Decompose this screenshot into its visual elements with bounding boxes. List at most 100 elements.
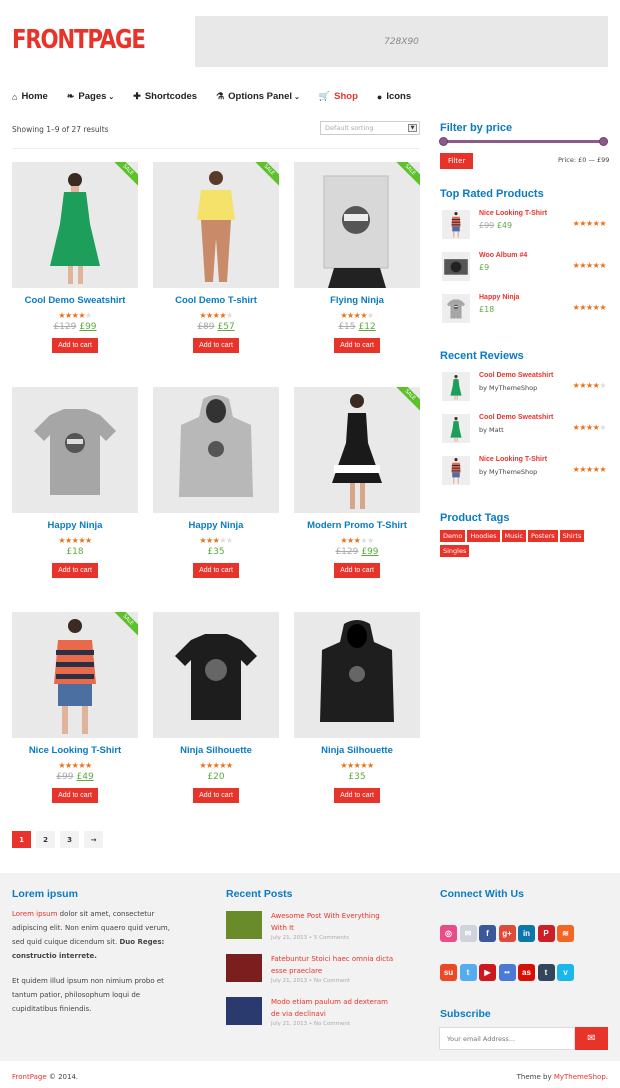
- footer-lorem-link[interactable]: Lorem ipsum: [12, 910, 57, 918]
- item-name[interactable]: Nice Looking T-Shirt: [479, 456, 547, 463]
- post-thumbnail[interactable]: [226, 954, 262, 982]
- dribbble-icon[interactable]: ◎: [440, 925, 457, 942]
- product-image[interactable]: [294, 612, 420, 738]
- product-title[interactable]: Modern Promo T-Shirt: [294, 520, 420, 531]
- mythemeshop-link[interactable]: MyThemeShop: [554, 1073, 606, 1081]
- slider-min-handle[interactable]: [439, 137, 448, 146]
- item-name[interactable]: Nice Looking T-Shirt: [479, 210, 547, 217]
- tumblr-icon[interactable]: t: [537, 964, 555, 981]
- nav-shop[interactable]: 🛒 Shop: [319, 91, 358, 102]
- item-name[interactable]: Happy Ninja: [479, 294, 519, 301]
- post-thumbnail[interactable]: [226, 997, 262, 1025]
- apple-icon: ●: [376, 91, 383, 102]
- linkedin-icon[interactable]: in: [518, 925, 535, 942]
- stumbleupon-icon[interactable]: su: [440, 964, 457, 981]
- twitter-icon[interactable]: t: [459, 964, 477, 981]
- product-title[interactable]: Cool Demo T-shirt: [153, 295, 279, 306]
- nav-shortcodes[interactable]: ✚ Shortcodes: [133, 91, 197, 102]
- lastfm-icon[interactable]: as: [518, 964, 535, 981]
- product-thumbnail[interactable]: [442, 252, 470, 281]
- filter-button[interactable]: Filter: [440, 153, 474, 169]
- post-title[interactable]: Modo etiam paulum ad dexteram de via dec…: [271, 997, 396, 1020]
- site-logo[interactable]: FRONTPAGE: [12, 25, 146, 55]
- product-image[interactable]: SALE: [12, 612, 138, 738]
- page-2[interactable]: 2: [36, 831, 55, 848]
- post-thumbnail[interactable]: [226, 911, 262, 939]
- add-to-cart-button[interactable]: Add to cart: [334, 338, 380, 353]
- product-thumbnail[interactable]: [442, 456, 470, 485]
- product-image[interactable]: SALE: [294, 162, 420, 288]
- add-to-cart-button[interactable]: Add to cart: [52, 788, 98, 803]
- item-name[interactable]: Cool Demo Sweatshirt: [479, 414, 553, 421]
- old-price: £89: [197, 322, 215, 332]
- tag-singles[interactable]: Singles: [440, 545, 470, 557]
- next-page-button[interactable]: →: [84, 831, 103, 848]
- youtube-icon[interactable]: ▶: [479, 964, 496, 981]
- product-price: £35: [294, 772, 420, 782]
- product-title[interactable]: Flying Ninja: [294, 295, 420, 306]
- product-thumbnail[interactable]: [442, 414, 470, 443]
- add-to-cart-button[interactable]: Add to cart: [52, 338, 98, 353]
- product-card: SALE Flying Ninja ★★★★★ £15 £12 Add to cart: [294, 162, 420, 353]
- pinterest-icon[interactable]: P: [537, 925, 555, 942]
- star-rating: ★★★★★: [58, 536, 92, 545]
- chevron-down-icon: ⌄: [294, 93, 300, 101]
- product-image[interactable]: [153, 387, 279, 513]
- product-title[interactable]: Nice Looking T-Shirt: [12, 745, 138, 756]
- tag-shirts[interactable]: Shirts: [559, 530, 585, 542]
- add-to-cart-button[interactable]: Add to cart: [193, 788, 239, 803]
- vimeo-icon[interactable]: v: [557, 964, 574, 981]
- mail-icon[interactable]: ✉: [459, 925, 477, 942]
- old-price: £99: [56, 772, 74, 782]
- product-title[interactable]: Happy Ninja: [12, 520, 138, 531]
- item-name[interactable]: Cool Demo Sweatshirt: [479, 372, 553, 379]
- product-title[interactable]: Cool Demo Sweatshirt: [12, 295, 138, 306]
- flickr-icon[interactable]: ••: [498, 964, 516, 981]
- post-title[interactable]: Awesome Post With Everything With It: [271, 911, 396, 934]
- page-1[interactable]: 1: [12, 831, 31, 848]
- tag-music[interactable]: Music: [501, 530, 526, 542]
- product-title[interactable]: Ninja Silhouette: [294, 745, 420, 756]
- subscribe-button[interactable]: ✉: [575, 1027, 608, 1050]
- nav-icons[interactable]: ● Icons: [377, 91, 411, 102]
- product-thumbnail[interactable]: [442, 372, 470, 401]
- product-image[interactable]: SALE: [294, 387, 420, 513]
- tag-hoodies[interactable]: Hoodies: [467, 530, 500, 542]
- add-to-cart-button[interactable]: Add to cart: [334, 788, 380, 803]
- sale-price: £49: [76, 772, 94, 782]
- rss-icon[interactable]: ≋: [557, 925, 574, 942]
- product-thumbnail[interactable]: [442, 210, 470, 239]
- product-card: SALE Nice Looking T-Shirt ★★★★★ £99 £49 Add t…: [12, 612, 138, 803]
- add-to-cart-button[interactable]: Add to cart: [193, 563, 239, 578]
- price-slider[interactable]: [439, 137, 608, 146]
- frontpage-link[interactable]: FrontPage: [12, 1073, 47, 1081]
- nav-pages[interactable]: ❧ Pages ⌄: [67, 91, 114, 102]
- slider-max-handle[interactable]: [599, 137, 608, 146]
- product-image[interactable]: [153, 612, 279, 738]
- add-to-cart-button[interactable]: Add to cart: [193, 338, 239, 353]
- product-image[interactable]: [12, 387, 138, 513]
- product-image[interactable]: SALE: [12, 162, 138, 288]
- tag-demo[interactable]: Demo: [440, 530, 466, 542]
- google-plus-icon[interactable]: g+: [498, 925, 516, 942]
- product-image[interactable]: SALE: [153, 162, 279, 288]
- tag-posters[interactable]: Posters: [528, 530, 558, 542]
- add-to-cart-button[interactable]: Add to cart: [334, 563, 380, 578]
- add-to-cart-button[interactable]: Add to cart: [52, 563, 98, 578]
- post-title[interactable]: Fatebuntur Stoici haec omnia dicta esse …: [271, 954, 396, 977]
- nav-options-panel[interactable]: ⚗ Options Panel ⌄: [216, 91, 300, 102]
- nav-home[interactable]: ⌂ Home: [12, 91, 48, 102]
- product-title[interactable]: Ninja Silhouette: [153, 745, 279, 756]
- subscribe-email-input[interactable]: [439, 1027, 575, 1050]
- sort-select[interactable]: Default sorting ▼: [320, 121, 420, 135]
- old-price: £15: [338, 322, 356, 332]
- page-3[interactable]: 3: [60, 831, 79, 848]
- result-count: Showing 1–9 of 27 results: [12, 125, 109, 134]
- product-title[interactable]: Happy Ninja: [153, 520, 279, 531]
- nav-label: Shop: [334, 91, 358, 102]
- pagination: 1 2 3 →: [12, 831, 108, 848]
- product-thumbnail[interactable]: [442, 294, 470, 323]
- facebook-icon[interactable]: f: [479, 925, 496, 942]
- ad-banner[interactable]: 728X90: [195, 16, 608, 67]
- item-name[interactable]: Woo Album #4: [479, 252, 527, 259]
